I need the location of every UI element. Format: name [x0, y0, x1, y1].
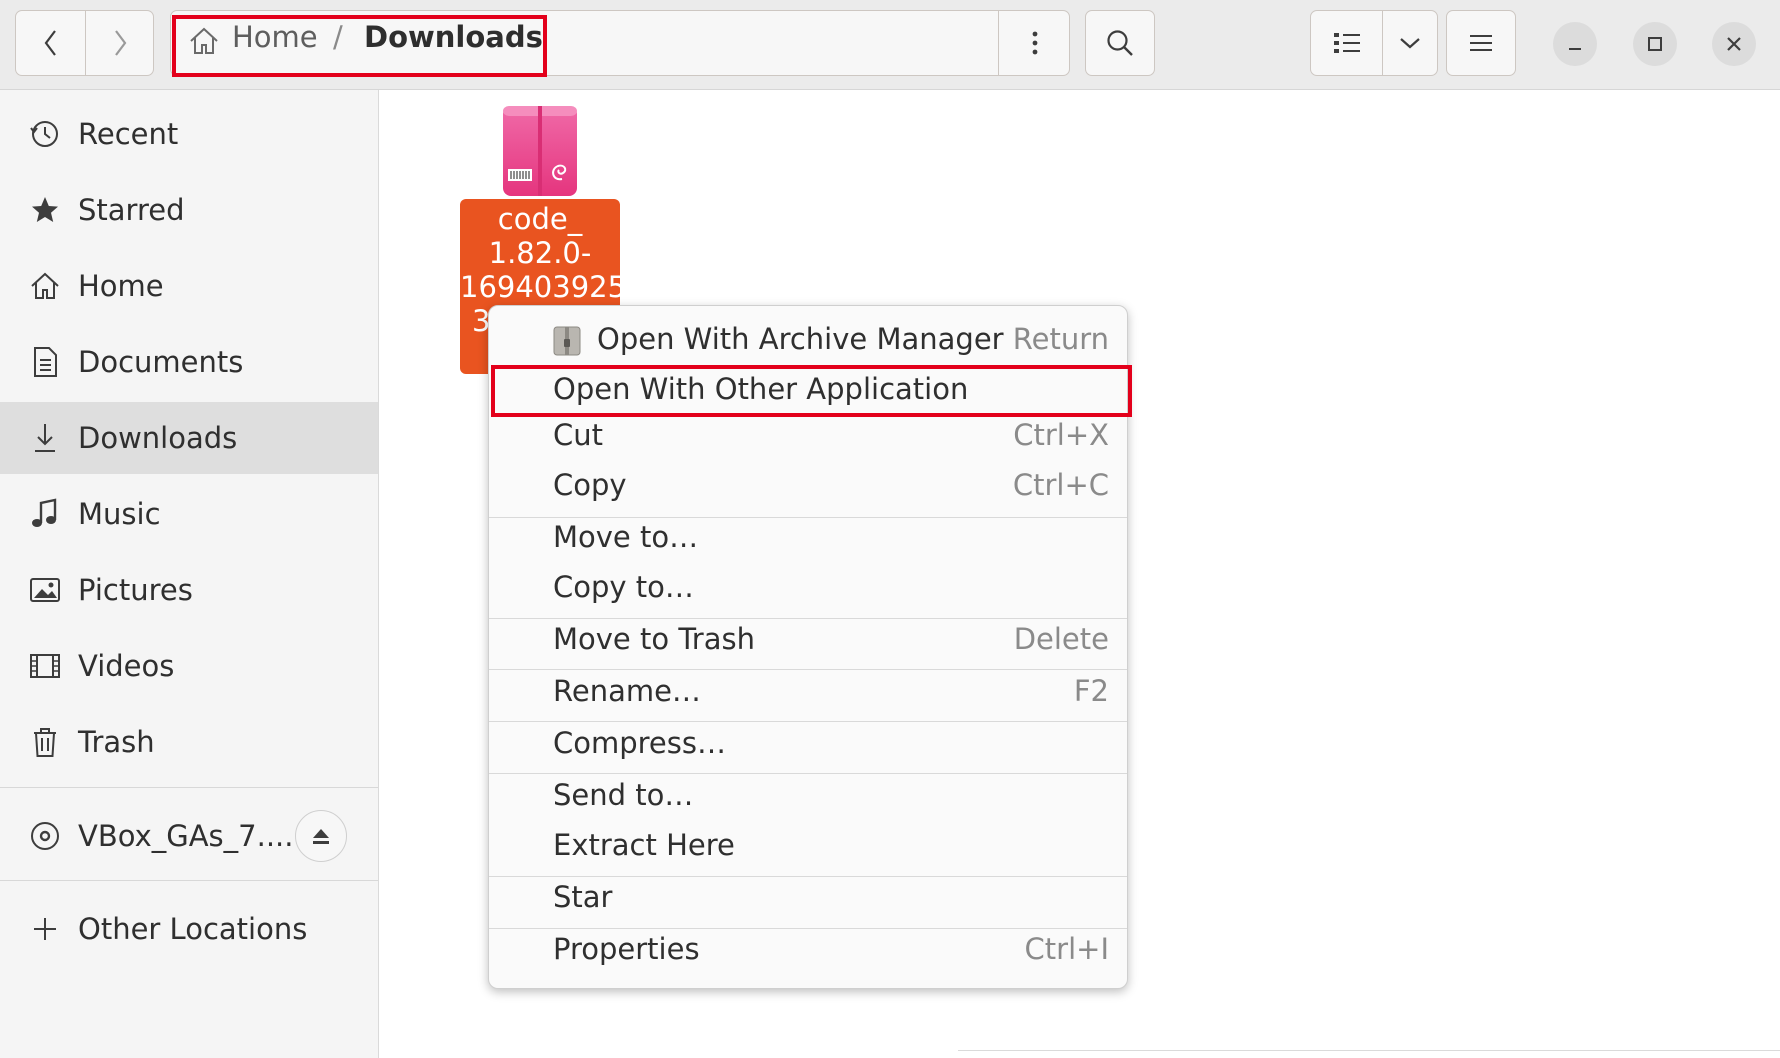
forward-button[interactable] [85, 11, 153, 75]
debian-package-icon[interactable] [502, 105, 578, 197]
menu-item-label: Send to… [553, 778, 694, 812]
sidebar-item-pictures[interactable]: Pictures [0, 554, 378, 626]
breadcrumb-highlight-box [172, 15, 547, 77]
menu-item-highlight-box [491, 365, 1132, 417]
maximize-button[interactable] [1633, 22, 1677, 66]
menu-item-copy-to[interactable]: Copy to… [489, 564, 1127, 614]
chevron-left-icon [44, 30, 56, 56]
home-icon [28, 269, 62, 303]
menu-item-move-to-trash[interactable]: Move to Trash Delete [489, 616, 1127, 666]
menu-item-shortcut: F2 [1073, 674, 1109, 708]
content-divider [958, 1050, 1780, 1051]
back-button[interactable] [16, 11, 86, 75]
menu-item-label: Move to Trash [553, 622, 755, 656]
sidebar-item-other-locations[interactable]: Other Locations [0, 893, 378, 965]
trash-icon [28, 725, 62, 759]
document-icon [28, 345, 62, 379]
plus-icon [28, 912, 62, 946]
menu-item-move-to[interactable]: Move to… [489, 514, 1127, 564]
sidebar-item-label: Other Locations [78, 912, 308, 946]
chevron-right-icon [114, 30, 126, 56]
view-dropdown-button[interactable] [1382, 11, 1437, 75]
sidebar-item-label: Home [78, 269, 164, 303]
sidebar-item-label: VBox_GAs_7.... [78, 819, 294, 853]
menu-item-label: Compress… [553, 726, 726, 760]
menu-item-properties[interactable]: Properties Ctrl+I [489, 926, 1127, 976]
sidebar-item-label: Starred [78, 193, 185, 227]
sidebar-item-home[interactable]: Home [0, 250, 378, 322]
picture-icon [28, 573, 62, 607]
hamburger-menu-icon [1470, 35, 1492, 51]
menu-item-label: Properties [553, 932, 700, 966]
archive-manager-icon [553, 326, 581, 360]
clock-icon [28, 117, 62, 151]
sidebar-separator [0, 787, 378, 788]
maximize-icon [1648, 37, 1662, 51]
file-name-line: 169403925 [460, 270, 620, 304]
menu-item-label: Move to… [553, 520, 699, 554]
sidebar: Recent Starred Home Documents Downloads … [0, 90, 379, 1058]
close-icon [1727, 37, 1741, 51]
menu-item-label: Copy to… [553, 570, 694, 604]
music-icon [28, 497, 62, 531]
sidebar-item-recent[interactable]: Recent [0, 98, 378, 170]
sidebar-item-starred[interactable]: Starred [0, 174, 378, 246]
sidebar-item-label: Recent [78, 117, 179, 151]
menu-item-label: Extract Here [553, 828, 735, 862]
sidebar-item-label: Pictures [78, 573, 193, 607]
sidebar-item-music[interactable]: Music [0, 478, 378, 550]
download-icon [28, 421, 62, 455]
menu-item-star[interactable]: Star [489, 874, 1127, 924]
sidebar-separator [0, 880, 378, 881]
sidebar-item-label: Videos [78, 649, 175, 683]
sidebar-item-trash[interactable]: Trash [0, 706, 378, 778]
menu-item-copy[interactable]: Copy Ctrl+C [489, 462, 1127, 512]
menu-item-shortcut: Ctrl+I [1024, 932, 1109, 966]
sidebar-item-downloads[interactable]: Downloads [0, 402, 378, 474]
menu-item-extract-here[interactable]: Extract Here [489, 822, 1127, 872]
vertical-dots-icon [1032, 31, 1037, 55]
sidebar-item-label: Trash [78, 725, 155, 759]
chevron-down-icon [1399, 38, 1420, 49]
sidebar-item-documents[interactable]: Documents [0, 326, 378, 398]
sidebar-item-label: Downloads [78, 421, 238, 455]
list-view-button[interactable] [1311, 11, 1383, 75]
eject-button[interactable] [295, 810, 347, 862]
disc-icon [28, 819, 62, 853]
menu-item-label: Open With Archive Manager [597, 322, 1004, 356]
menu-item-open-archive-manager[interactable]: Open With Archive Manager Return [489, 316, 1127, 366]
menu-item-label: Rename… [553, 674, 701, 708]
file-name-line: code_ [497, 202, 583, 236]
menu-item-label: Star [553, 880, 613, 914]
menu-item-label: Copy [553, 468, 627, 502]
video-icon [28, 649, 62, 683]
menu-item-rename[interactable]: Rename… F2 [489, 668, 1127, 718]
minimize-icon [1569, 48, 1581, 50]
menu-item-compress[interactable]: Compress… [489, 720, 1127, 770]
star-icon [28, 193, 62, 227]
navigation-buttons [15, 10, 154, 76]
search-button[interactable] [1085, 10, 1155, 76]
menu-item-shortcut: Return [1012, 322, 1109, 356]
path-menu-button[interactable] [998, 10, 1070, 76]
main-menu-button[interactable] [1446, 10, 1516, 76]
menu-item-shortcut: Ctrl+C [1012, 468, 1109, 502]
eject-icon [313, 829, 329, 844]
search-icon [1107, 30, 1133, 56]
menu-item-shortcut: Ctrl+X [1013, 418, 1109, 452]
view-options [1310, 10, 1438, 76]
sidebar-item-label: Documents [78, 345, 244, 379]
menu-item-cut[interactable]: Cut Ctrl+X [489, 412, 1127, 462]
menu-item-send-to[interactable]: Send to… [489, 772, 1127, 822]
sidebar-item-videos[interactable]: Videos [0, 630, 378, 702]
sidebar-item-label: Music [78, 497, 161, 531]
minimize-button[interactable] [1553, 22, 1597, 66]
file-name-line: 1.82.0- [488, 236, 592, 270]
list-view-icon [1333, 33, 1360, 53]
menu-item-label: Cut [553, 418, 603, 452]
menu-item-shortcut: Delete [1013, 622, 1109, 656]
close-button[interactable] [1712, 22, 1756, 66]
sidebar-item-vbox-disc[interactable]: VBox_GAs_7.... [0, 800, 378, 872]
